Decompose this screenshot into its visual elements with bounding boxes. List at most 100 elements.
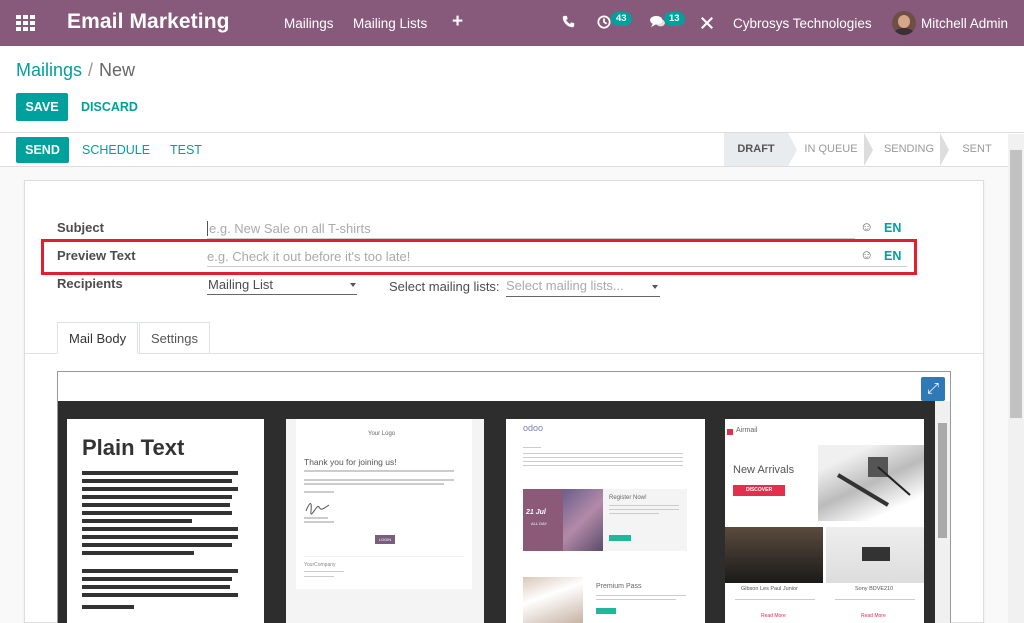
menu-mailings[interactable]: Mailings (284, 16, 334, 31)
event-logo: odoo (523, 423, 544, 433)
template-scrollbar-thumb[interactable] (938, 423, 947, 538)
phone-icon[interactable] (562, 15, 575, 31)
plus-icon[interactable]: + (452, 11, 463, 33)
save-button[interactable]: SAVE (16, 93, 68, 121)
airmail-logo-icon (727, 429, 733, 435)
text-line (304, 517, 328, 519)
text-line (609, 509, 679, 510)
stage-sent[interactable]: SENT (954, 133, 1000, 166)
template-event[interactable]: odoo 21 Jul ALL DAY Register Now! Premiu… (506, 419, 705, 623)
schedule-button[interactable]: SCHEDULE (82, 143, 150, 157)
activity-clock-icon[interactable] (597, 15, 611, 32)
discard-button[interactable]: DISCARD (81, 100, 138, 114)
stage-divider (864, 133, 873, 166)
text-line (82, 479, 232, 483)
template-plain-title: Plain Text (82, 435, 185, 460)
welcome-login-button: LOGIN (375, 535, 395, 544)
text-line (82, 577, 232, 581)
welcome-footer-company: YourCompany (304, 562, 336, 568)
subject-lang-button[interactable]: EN (884, 221, 901, 235)
event-date-label: ALL DAY (531, 521, 548, 526)
newsletter-read-more-2: Read More (861, 613, 886, 619)
template-plain-text[interactable]: Plain Text (67, 419, 264, 623)
text-line (735, 599, 815, 600)
text-line (523, 453, 683, 454)
text-line (82, 503, 230, 507)
text-line (82, 569, 238, 573)
tab-settings[interactable]: Settings (139, 322, 210, 354)
welcome-heading: Thank you for joining us! (304, 457, 397, 467)
debug-tools-icon[interactable] (700, 16, 714, 33)
breadcrumb-current: New (99, 60, 136, 80)
text-line (609, 513, 659, 514)
text-line (304, 521, 334, 523)
text-line (304, 571, 344, 572)
company-switcher[interactable]: Cybrosys Technologies (733, 16, 872, 31)
mailing-lists-label: Select mailing lists: (389, 279, 500, 294)
text-line (523, 461, 683, 462)
text-line (82, 519, 192, 523)
signature-icon (304, 499, 332, 515)
subject-placeholder: e.g. New Sale on all T-shirts (207, 221, 371, 236)
event-photo (563, 489, 603, 551)
expand-fullscreen-icon[interactable]: ⤢ (921, 377, 945, 401)
test-button[interactable]: TEST (170, 143, 202, 157)
page-scrollbar-thumb[interactable] (1010, 150, 1022, 418)
newsletter-discover-button: DISCOVER (733, 485, 785, 496)
event-pass-title: Premium Pass (596, 583, 642, 590)
tab-mail-body[interactable]: Mail Body (57, 322, 139, 354)
text-line (82, 511, 232, 515)
stage-divider (940, 133, 949, 166)
activity-badge: 43 (611, 12, 632, 26)
menu-mailing-lists[interactable]: Mailing Lists (353, 16, 427, 31)
newsletter-read-more-1: Read More (761, 613, 786, 619)
breadcrumb-mailings-link[interactable]: Mailings (16, 60, 82, 80)
event-date-block: 21 Jul ALL DAY (523, 489, 563, 551)
event-register-block: Register Now! (603, 489, 687, 551)
text-line (82, 527, 238, 531)
text-line (304, 470, 454, 472)
stage-sending[interactable]: SENDING (878, 133, 940, 166)
newsletter-brand: Airmail (736, 427, 758, 434)
breadcrumb-separator: / (88, 60, 94, 80)
text-line (304, 479, 454, 481)
annotation-highlight-box (41, 239, 917, 275)
newsletter-guitar-photo (725, 527, 823, 583)
send-button[interactable]: SEND (16, 137, 69, 163)
stage-divider (788, 133, 797, 166)
recipients-select[interactable]: Mailing List (207, 275, 357, 295)
event-pass-photo (523, 577, 583, 623)
caret-down-icon (652, 285, 658, 289)
text-line (82, 487, 238, 491)
stage-draft[interactable]: DRAFT (724, 133, 788, 166)
text-line (82, 495, 232, 499)
emoji-icon[interactable]: ☺ (860, 219, 873, 234)
subject-label: Subject (57, 220, 104, 235)
text-line (304, 576, 334, 577)
user-menu[interactable]: Mitchell Admin (921, 16, 1008, 31)
tv-shape (862, 547, 890, 561)
text-line (523, 447, 541, 448)
subject-input[interactable]: e.g. New Sale on all T-shirts (207, 219, 855, 239)
mailing-lists-placeholder: Select mailing lists... (506, 278, 624, 293)
template-newsletter[interactable]: Airmail New Arrivals DISCOVER Gibson Les… (725, 419, 924, 623)
newsletter-hero-photo (818, 445, 924, 521)
newsletter-item-2: Sony BDVE210 (855, 586, 894, 592)
apps-menu-icon[interactable] (16, 15, 35, 31)
top-navbar: Email Marketing Mailings Mailing Lists +… (0, 0, 1024, 46)
template-welcome[interactable]: Your Logo Thank you for joining us! LOGI… (286, 419, 484, 623)
form-statusbar: SEND SCHEDULE TEST DRAFT IN QUEUE SENDIN… (0, 132, 1024, 167)
text-line (596, 595, 686, 596)
text-line (82, 605, 134, 609)
user-avatar[interactable] (892, 11, 916, 35)
text-line (82, 535, 238, 539)
newsletter-item-1: Gibson Les Paul Junior (741, 586, 798, 592)
newsletter-speaker-photo (826, 527, 924, 583)
event-register-button (609, 535, 631, 541)
recipients-value: Mailing List (208, 277, 274, 292)
text-line (609, 505, 679, 506)
mailing-lists-select[interactable]: Select mailing lists... (506, 277, 660, 297)
text-line (82, 471, 238, 475)
app-title[interactable]: Email Marketing (67, 10, 230, 34)
stage-in-queue[interactable]: IN QUEUE (800, 133, 862, 166)
